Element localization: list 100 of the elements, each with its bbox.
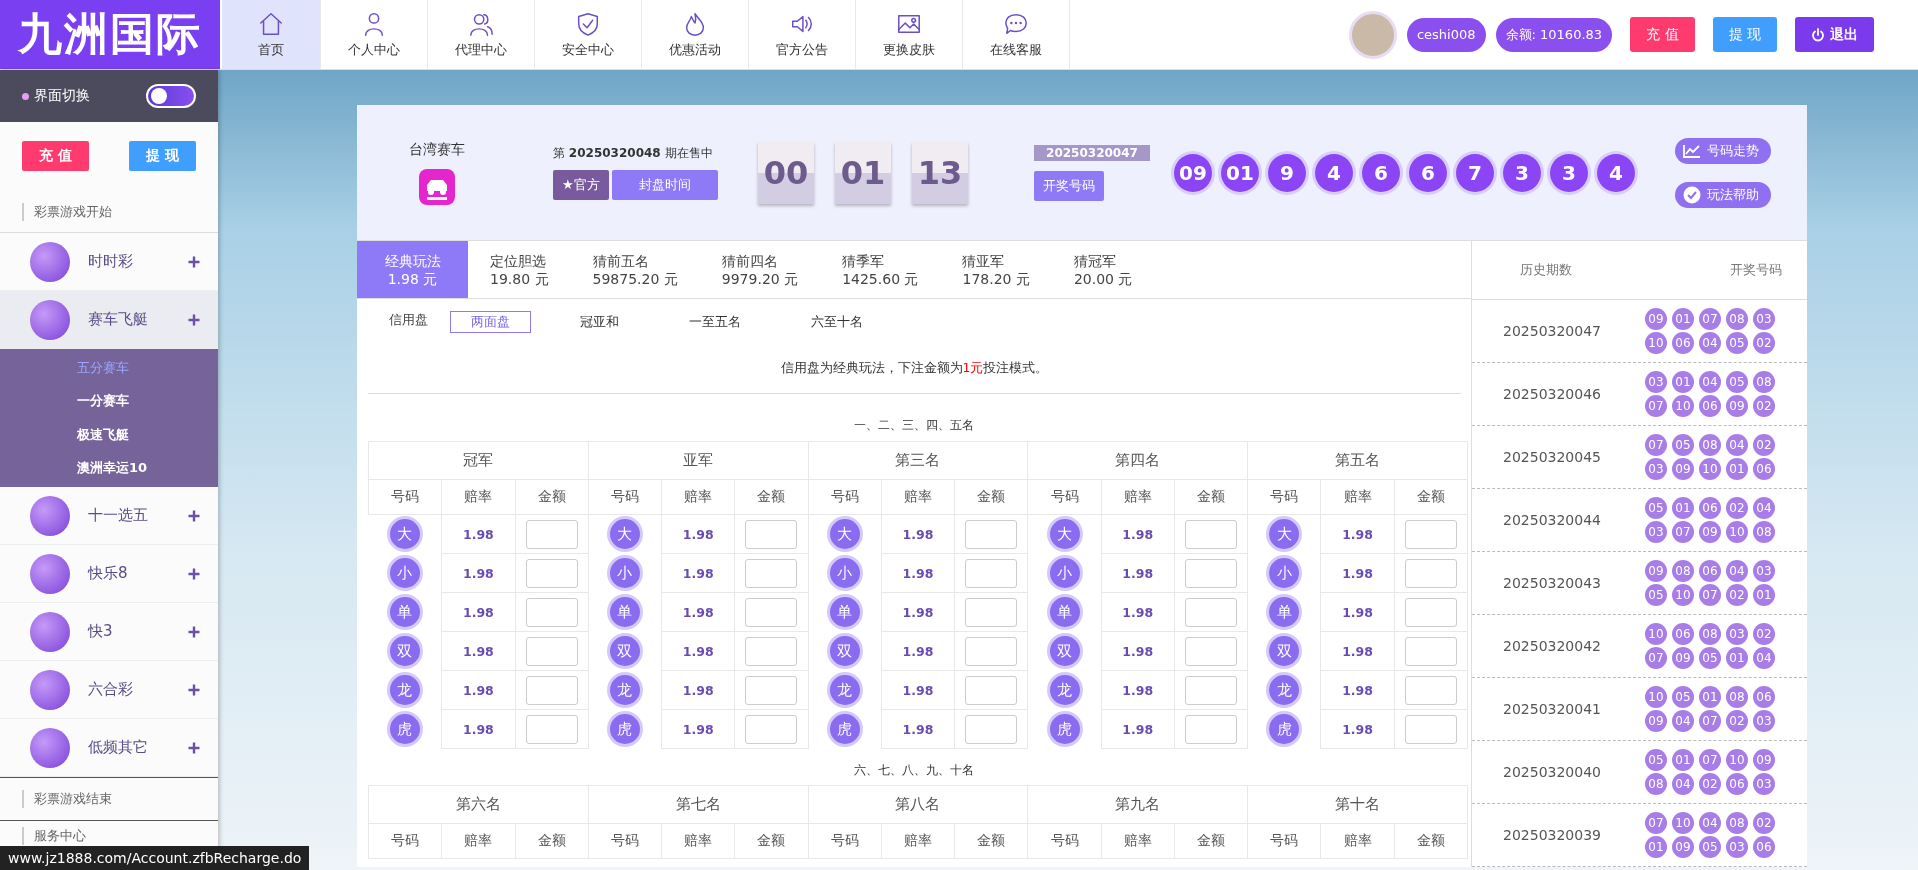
amount-field[interactable] xyxy=(745,519,798,549)
toggle-switch[interactable] xyxy=(146,84,196,108)
number-ball: 02 xyxy=(1726,497,1748,519)
amount-field[interactable] xyxy=(525,597,578,627)
amount-field[interactable] xyxy=(1185,636,1238,666)
bet-option-ball[interactable]: 虎 xyxy=(609,714,640,744)
sub-tab[interactable]: 冠亚和 xyxy=(559,311,640,333)
amount-field[interactable] xyxy=(1185,597,1238,627)
bet-option-ball[interactable]: 小 xyxy=(1049,558,1080,588)
bet-option-ball[interactable]: 双 xyxy=(389,636,420,666)
bet-option-ball[interactable]: 小 xyxy=(609,558,640,588)
game-menu-item[interactable]: 十一选五 xyxy=(0,487,218,545)
group-heading: 第四名 xyxy=(1027,441,1248,480)
plus-icon xyxy=(188,741,200,754)
amount-field[interactable] xyxy=(745,636,798,666)
column-heading: 金额 xyxy=(1394,479,1468,515)
amount-field[interactable] xyxy=(525,636,578,666)
official-button[interactable]: ★官方 xyxy=(553,170,609,200)
amount-field[interactable] xyxy=(745,714,798,744)
amount-field[interactable] xyxy=(1185,714,1238,744)
number-ball: 05 xyxy=(1672,434,1694,456)
sub-tab[interactable]: 六至十名 xyxy=(790,311,884,333)
game-menu-item[interactable]: 赛车飞艇 xyxy=(0,291,218,349)
number-ball: 10 xyxy=(1645,332,1667,354)
bet-option-ball[interactable]: 虎 xyxy=(389,714,420,744)
bet-option-ball[interactable]: 虎 xyxy=(829,714,860,744)
bet-option-ball[interactable]: 龙 xyxy=(1049,675,1080,705)
bet-option-ball[interactable]: 单 xyxy=(829,597,860,627)
trend-button[interactable]: 号码走势 xyxy=(1675,137,1771,164)
amount-field[interactable] xyxy=(1185,558,1238,588)
bet-option-ball[interactable]: 单 xyxy=(1269,597,1300,627)
amount-field[interactable] xyxy=(1404,714,1457,744)
amount-field[interactable] xyxy=(1404,558,1457,588)
amount-field[interactable] xyxy=(965,636,1018,666)
nav-tab[interactable]: 首页 xyxy=(222,0,321,69)
amount-field[interactable] xyxy=(745,558,798,588)
amount-field[interactable] xyxy=(1404,675,1457,705)
bet-option-ball[interactable]: 虎 xyxy=(1269,714,1300,744)
amount-field[interactable] xyxy=(525,558,578,588)
bet-option-ball[interactable]: 大 xyxy=(1049,519,1080,550)
submenu-item[interactable]: 一分赛车 xyxy=(0,384,218,418)
amount-field[interactable] xyxy=(965,675,1018,705)
sub-tab[interactable]: 一至五名 xyxy=(668,311,762,333)
amount-field[interactable] xyxy=(1404,636,1457,666)
bet-option-ball[interactable]: 双 xyxy=(609,636,640,666)
bet-option-ball[interactable]: 单 xyxy=(609,597,640,627)
bet-option-ball[interactable]: 大 xyxy=(389,519,420,550)
bet-option-ball[interactable]: 单 xyxy=(389,597,420,627)
amount-field[interactable] xyxy=(525,714,578,744)
odds-cell: 1.98 xyxy=(441,592,516,632)
number-ball: 06 xyxy=(1699,497,1721,519)
bet-option-ball[interactable]: 大 xyxy=(1269,519,1300,550)
amount-field[interactable] xyxy=(965,519,1018,549)
bet-option-ball[interactable]: 龙 xyxy=(389,675,420,705)
recharge-button[interactable]: 充 值 xyxy=(1630,17,1695,52)
bet-option-ball[interactable]: 单 xyxy=(1049,597,1080,627)
amount-field[interactable] xyxy=(965,558,1018,588)
bet-option-ball[interactable]: 大 xyxy=(609,519,640,550)
bet-option-ball[interactable]: 小 xyxy=(1269,558,1300,588)
recharge-button[interactable]: 充 值 xyxy=(22,141,89,171)
submenu-item[interactable]: 极速飞艇 xyxy=(0,418,218,452)
amount-field[interactable] xyxy=(1404,597,1457,627)
submenu-item[interactable]: 澳洲幸运10 xyxy=(0,451,218,485)
bet-option-ball[interactable]: 虎 xyxy=(1049,714,1080,744)
bet-option-ball[interactable]: 龙 xyxy=(1269,675,1300,705)
odds-cell: 1.98 xyxy=(1101,553,1175,593)
amount-field[interactable] xyxy=(525,675,578,705)
bet-option-ball[interactable]: 龙 xyxy=(609,675,640,705)
bet-option-ball[interactable]: 双 xyxy=(1269,636,1300,666)
game-menu-item[interactable]: 快3 xyxy=(0,603,218,661)
game-menu-item[interactable]: 快乐8 xyxy=(0,545,218,603)
bet-option-ball[interactable]: 小 xyxy=(829,558,860,588)
bet-option-ball[interactable]: 大 xyxy=(829,519,860,550)
number-ball: 09 xyxy=(1672,458,1694,480)
amount-field[interactable] xyxy=(1404,519,1457,549)
game-menu-item[interactable]: 六合彩 xyxy=(0,661,218,719)
amount-field[interactable] xyxy=(525,519,578,549)
amount-field[interactable] xyxy=(745,597,798,627)
amount-field[interactable] xyxy=(745,675,798,705)
logout-button[interactable]: 退出 xyxy=(1795,17,1874,52)
bet-option-ball[interactable]: 双 xyxy=(1049,636,1080,666)
close-time-button[interactable]: 封盘时间 xyxy=(611,170,718,200)
amount-field[interactable] xyxy=(1185,675,1238,705)
help-button[interactable]: 玩法帮助 xyxy=(1675,181,1771,208)
withdraw-button[interactable]: 提 现 xyxy=(129,141,196,171)
play-tab[interactable]: 经典玩法 1.98 元 xyxy=(357,241,468,298)
bet-option-ball[interactable]: 双 xyxy=(829,636,860,666)
amount-field[interactable] xyxy=(965,597,1018,627)
withdraw-button[interactable]: 提 现 xyxy=(1712,17,1777,52)
amount-field[interactable] xyxy=(1185,519,1238,549)
countdown-digit: 01 xyxy=(835,141,891,204)
submenu-item[interactable]: 五分赛车 xyxy=(0,351,218,385)
sub-tab[interactable]: 两面盘 xyxy=(450,311,531,333)
bet-option-ball[interactable]: 龙 xyxy=(829,675,860,705)
draw-numbers-button[interactable]: 开奖号码 xyxy=(1034,170,1104,201)
amount-field[interactable] xyxy=(965,714,1018,744)
game-menu-item[interactable]: 低频其它 xyxy=(0,719,218,777)
number-ball: 09 xyxy=(1645,710,1667,732)
bet-option-ball[interactable]: 小 xyxy=(389,558,420,588)
number-ball: 01 xyxy=(1699,686,1721,708)
